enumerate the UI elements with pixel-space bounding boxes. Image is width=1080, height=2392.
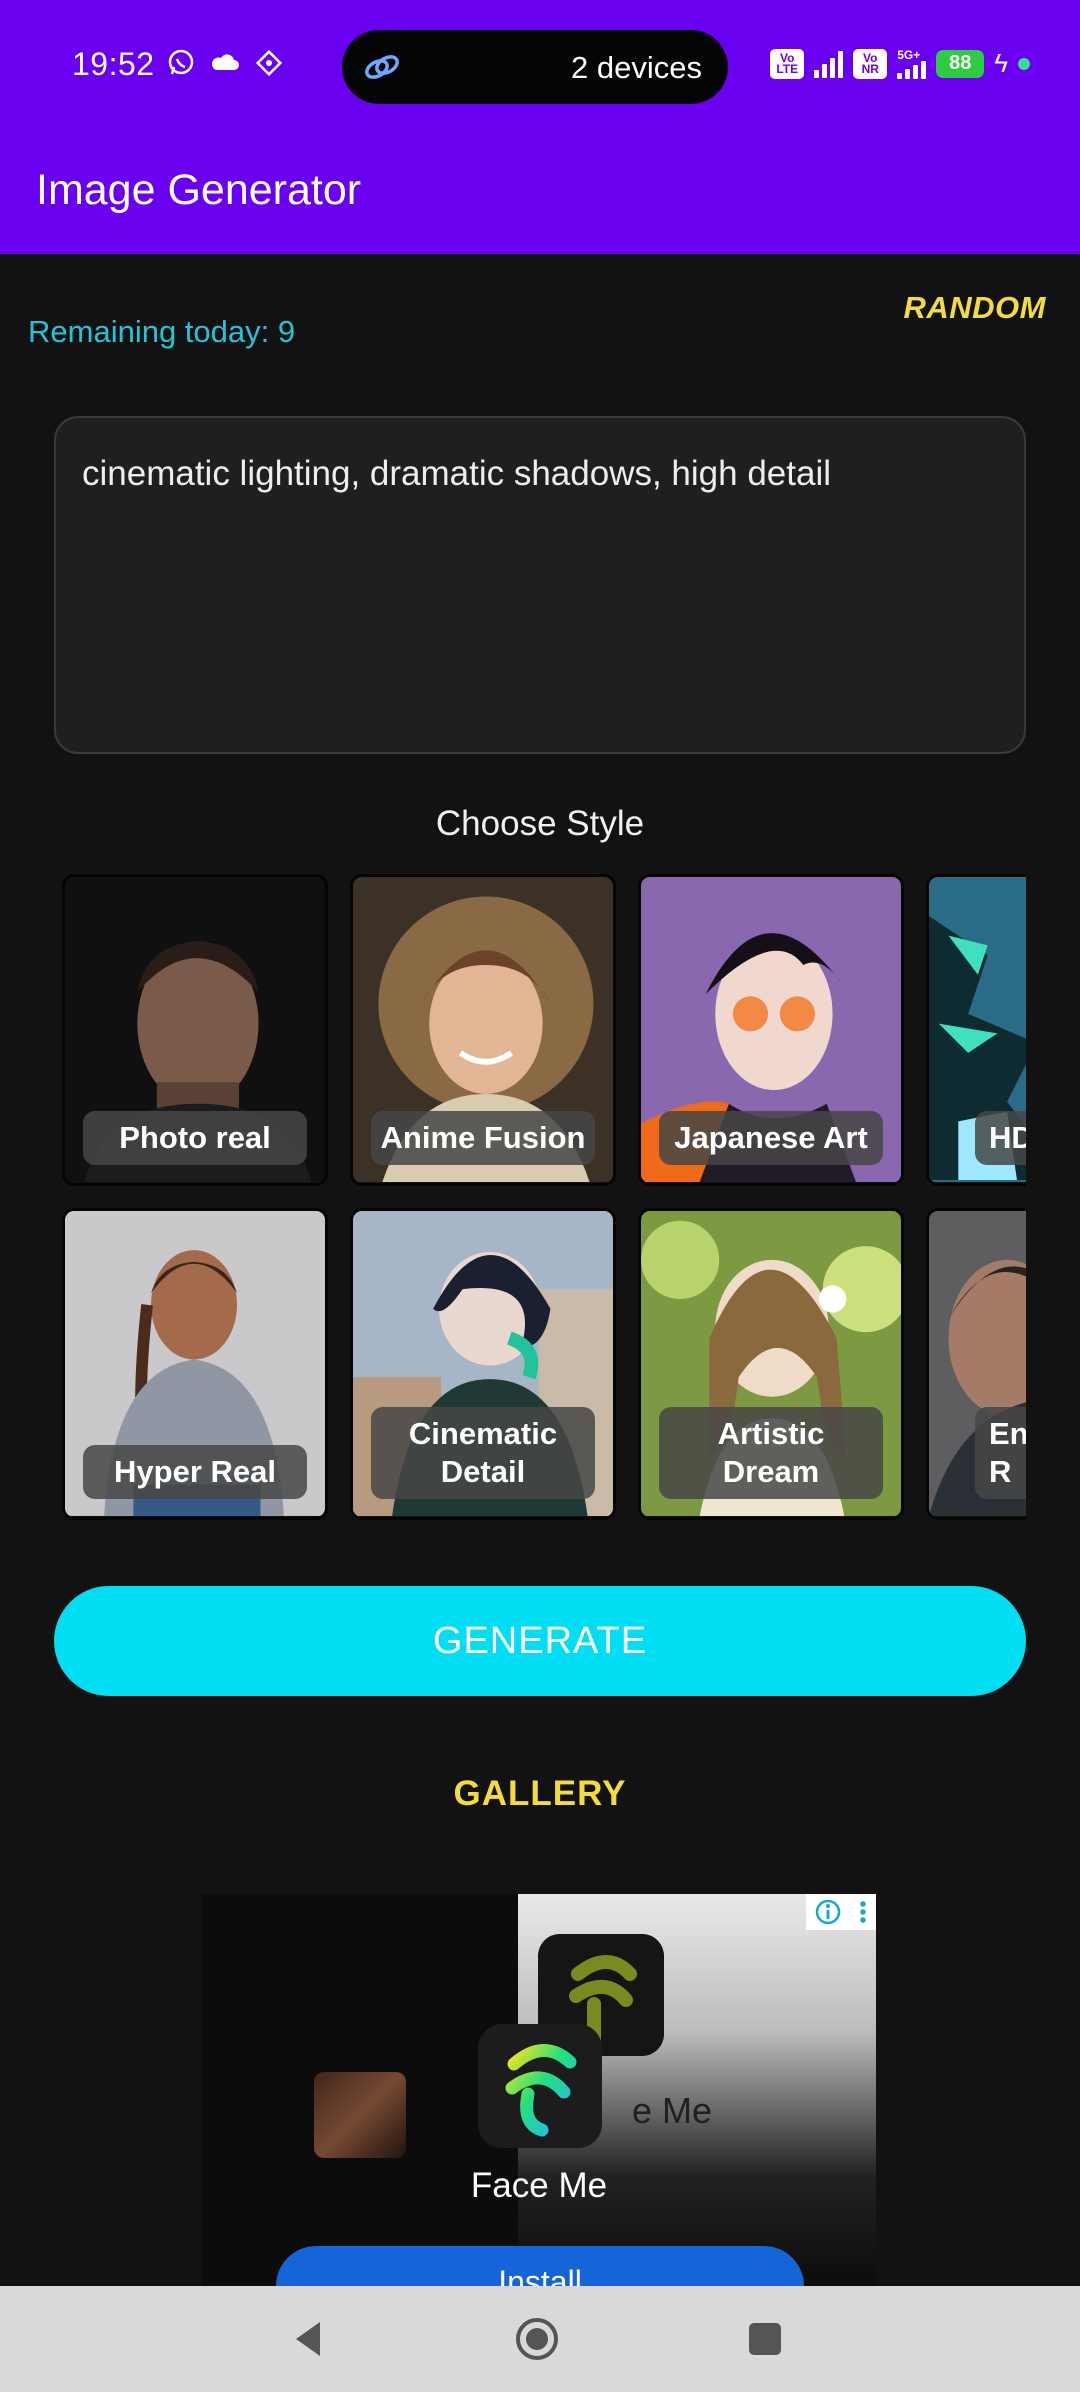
ad-app-name: Face Me [470, 2166, 608, 2205]
generate-button-label: GENERATE [432, 1619, 648, 1662]
back-icon[interactable] [286, 2316, 332, 2362]
style-card-japanese-art[interactable]: Japanese Art [638, 874, 904, 1186]
face-me-app-icon [478, 2024, 602, 2148]
volte-badge: Vo LTE [770, 48, 805, 79]
cloud-icon [212, 54, 239, 70]
network-5g-icon: 5G+ [897, 47, 927, 79]
style-card-en-r[interactable]: En R [926, 1208, 1026, 1520]
gallery-link[interactable]: GALLERY [0, 1774, 1080, 1814]
style-card-label: Photo real [83, 1111, 307, 1165]
prompt-input[interactable]: cinematic lighting, dramatic shadows, hi… [54, 416, 1026, 754]
whatsapp-icon [168, 49, 194, 75]
battery-indicator: 88 [936, 49, 985, 78]
random-button[interactable]: RANDOM [904, 290, 1047, 326]
style-card-photo-real[interactable]: Photo real [62, 874, 328, 1186]
generate-button[interactable]: GENERATE [54, 1586, 1026, 1696]
diamond-icon [255, 49, 283, 77]
style-card-hyper-real[interactable]: Hyper Real [62, 1208, 328, 1520]
system-navigation-bar [0, 2286, 1080, 2392]
vonr-badge: Vo NR [853, 48, 888, 79]
ad-choices[interactable] [806, 1894, 876, 1930]
ad-background-text: e Me [632, 2090, 713, 2131]
connected-devices-text: 2 devices [571, 50, 702, 85]
privacy-dot-icon [1018, 57, 1030, 70]
app-bar: Image Generator [0, 130, 1080, 254]
style-card-hd[interactable]: HD [926, 874, 1026, 1186]
style-card-anime-fusion[interactable]: Anime Fusion [350, 874, 616, 1186]
style-card-label: Hyper Real [83, 1445, 307, 1499]
style-carousel[interactable]: Photo real Anime Fusion Japanese Art H H… [62, 874, 1026, 1524]
style-card-artistic-dream[interactable]: Artistic Dream [638, 1208, 904, 1520]
status-bar: 19:52 2 devices Vo LTE Vo NR 5G+ 88 ϟ [0, 0, 1080, 130]
link-icon [365, 55, 399, 79]
style-card-label: Japanese Art [659, 1111, 883, 1165]
remaining-quota-text: Remaining today: 9 [28, 314, 296, 349]
status-left-icons [166, 48, 284, 78]
ad-menu-icon[interactable] [858, 1898, 868, 1926]
connected-devices-pill[interactable]: 2 devices [342, 30, 728, 104]
ad-banner[interactable]: e Me Face Me Install [202, 1894, 876, 2286]
style-card-label: Cinematic Detail [371, 1407, 595, 1499]
charging-icon: ϟ [994, 48, 1008, 78]
style-card-label: En R [975, 1407, 1026, 1499]
ad-install-button[interactable]: Install [276, 2246, 804, 2286]
ad-info-icon[interactable] [814, 1898, 842, 1926]
choose-style-heading: Choose Style [435, 804, 645, 843]
prompt-input-value: cinematic lighting, dramatic shadows, hi… [82, 454, 831, 493]
recents-icon[interactable] [742, 2316, 788, 2362]
status-time: 19:52 [72, 46, 155, 82]
status-right-icons: Vo LTE Vo NR 5G+ 88 ϟ [770, 48, 1030, 79]
signal-icon [814, 50, 844, 78]
style-card-cinematic-detail[interactable]: Cinematic Detail [350, 1208, 616, 1520]
style-card-label: HD [975, 1111, 1026, 1165]
home-icon[interactable] [514, 2316, 560, 2362]
ad-thumbnail-image [314, 2072, 406, 2158]
style-card-label: Anime Fusion [371, 1111, 595, 1165]
network-type-label: 5G+ [897, 47, 921, 62]
style-card-label: Artistic Dream [659, 1407, 883, 1499]
app-title: Image Generator [36, 166, 362, 214]
